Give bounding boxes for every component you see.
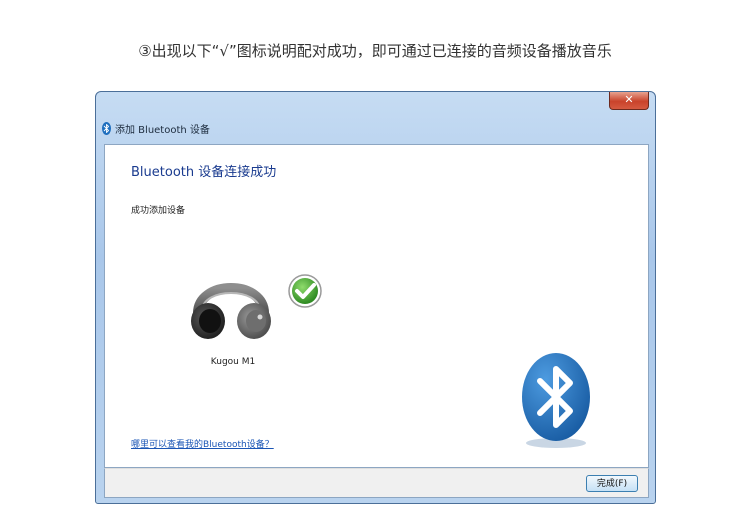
- close-button[interactable]: ✕: [609, 92, 649, 110]
- dialog-footer: 完成(F): [104, 468, 649, 498]
- window-title: 添加 Bluetooth 设备: [115, 124, 210, 136]
- page-title: Bluetooth 设备连接成功: [131, 165, 277, 180]
- dialog-content: Bluetooth 设备连接成功 成功添加设备 Kugou M1 哪里可以查看我…: [104, 144, 649, 468]
- help-link[interactable]: 哪里可以查看我的Bluetooth设备？: [131, 437, 274, 450]
- bluetooth-logo-icon: [522, 353, 590, 448]
- instruction-caption: ③出现以下“√”图标说明配对成功，即可通过已连接的音频设备播放音乐: [138, 42, 612, 60]
- headphones-icon: [191, 283, 271, 339]
- title-bar: 添加 Bluetooth 设备: [102, 120, 210, 136]
- checkmark-success-icon: [288, 274, 322, 308]
- finish-button[interactable]: 完成(F): [586, 475, 638, 492]
- status-text: 成功添加设备: [131, 206, 186, 216]
- bluetooth-icon: [102, 121, 111, 135]
- add-bluetooth-device-dialog: ✕ 添加 Bluetooth 设备 Bluetooth 设备连接成功 成功添加设…: [95, 91, 656, 504]
- device-name-label: Kugou M1: [210, 357, 256, 367]
